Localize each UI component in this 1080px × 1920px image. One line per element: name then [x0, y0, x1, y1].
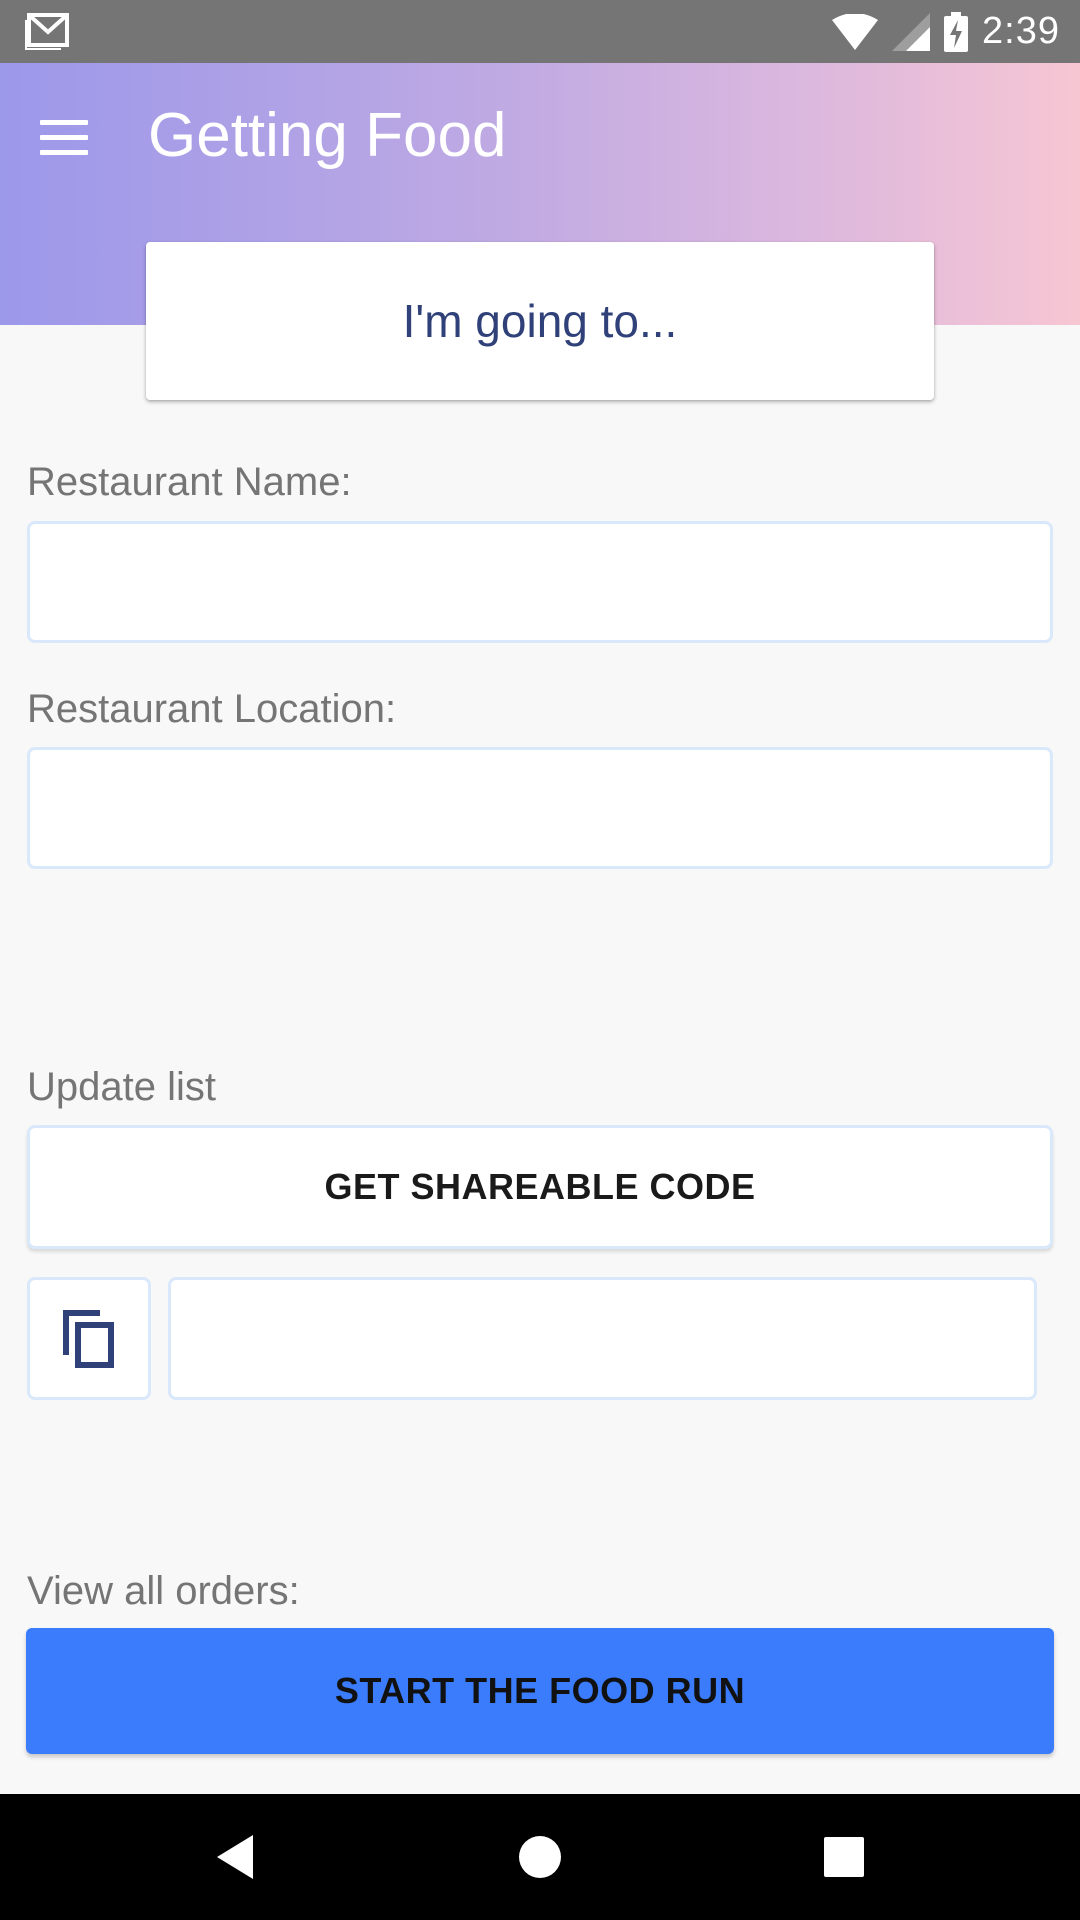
nav-bar: [0, 1794, 1080, 1920]
nav-recents-button[interactable]: [784, 1794, 904, 1920]
signal-icon: [892, 12, 931, 51]
restaurant-name-label: Restaurant Name:: [27, 460, 352, 504]
menu-icon-bar: [40, 134, 88, 140]
home-icon: [519, 1836, 561, 1878]
nav-back-button[interactable]: [175, 1794, 295, 1920]
menu-icon: [40, 119, 88, 125]
shareable-code-field[interactable]: [168, 1277, 1037, 1400]
menu-icon-bar: [40, 149, 88, 155]
back-icon: [217, 1835, 253, 1879]
gmail-icon: [25, 13, 69, 50]
going-to-card: I'm going to...: [146, 242, 934, 400]
nav-home-button[interactable]: [480, 1794, 600, 1920]
status-icons: 2:39: [832, 0, 1060, 63]
restaurant-name-input[interactable]: [27, 521, 1053, 643]
status-time: 2:39: [982, 10, 1060, 52]
get-shareable-code-button[interactable]: GET SHAREABLE CODE: [27, 1125, 1053, 1249]
view-orders-label: View all orders:: [27, 1569, 300, 1613]
restaurant-location-input[interactable]: [27, 747, 1053, 869]
status-bar: 2:39: [0, 0, 1080, 63]
update-list-label: Update list: [27, 1065, 216, 1109]
wifi-icon: [832, 13, 879, 50]
app-root: 2:39 Getting Food I'm going to... Restau…: [0, 0, 1080, 1920]
battery-charging-icon: [944, 11, 969, 52]
menu-button[interactable]: [30, 103, 98, 171]
recents-icon: [824, 1837, 864, 1877]
restaurant-location-label: Restaurant Location:: [27, 687, 397, 731]
going-to-text: I'm going to...: [402, 295, 678, 347]
start-food-run-button[interactable]: START THE FOOD RUN: [26, 1628, 1054, 1754]
copy-button[interactable]: [27, 1277, 151, 1400]
page-title: Getting Food: [148, 101, 507, 170]
copy-icon: [63, 1309, 114, 1368]
